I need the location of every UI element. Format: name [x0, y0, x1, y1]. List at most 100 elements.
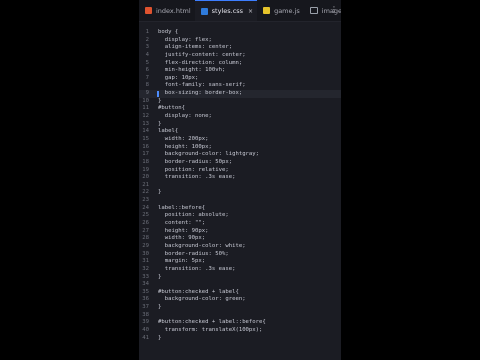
- code-line[interactable]: 16 height: 100px;: [139, 144, 341, 152]
- tab-label: game.js: [274, 6, 300, 15]
- code-line[interactable]: 25 position: absolute;: [139, 212, 341, 220]
- line-number: 28: [142, 235, 149, 242]
- code-text: }: [158, 97, 162, 104]
- code-line[interactable]: 3 align-items: center;: [139, 44, 341, 52]
- line-number: 29: [142, 242, 149, 249]
- code-line[interactable]: 22}: [139, 189, 341, 197]
- code-line[interactable]: 24 label::before{: [139, 205, 341, 213]
- code-line[interactable]: 6 min-height: 100vh;: [139, 67, 341, 75]
- code-line[interactable]: 41}: [139, 335, 341, 343]
- code-line[interactable]: 23: [139, 197, 341, 205]
- code-text: }: [158, 334, 162, 341]
- code-line[interactable]: 27 height: 90px;: [139, 228, 341, 236]
- line-number: 16: [142, 143, 149, 150]
- code-area[interactable]: 1 body {2 display: flex; 3 align-items: ce…: [139, 29, 341, 342]
- code-text: display: flex;: [158, 36, 212, 43]
- code-line[interactable]: 19 position: relative;: [139, 167, 341, 175]
- tab-styles-css[interactable]: styles.css ×: [194, 0, 258, 21]
- code-text: }: [158, 304, 162, 311]
- code-line[interactable]: 18 border-radius: 50px;: [139, 159, 341, 167]
- code-line[interactable]: 21: [139, 182, 341, 190]
- line-number: 24: [142, 204, 149, 211]
- tab-label: styles.css: [211, 7, 244, 15]
- line-number: 7: [145, 74, 149, 81]
- tab-index-html[interactable]: index.html: [139, 0, 195, 21]
- code-line[interactable]: 35 #button:checked + label{: [139, 289, 341, 297]
- line-number: 2: [145, 36, 149, 43]
- code-text: transform: translateX(100px);: [158, 326, 263, 333]
- line-number: 22: [142, 189, 149, 196]
- code-line[interactable]: 30 border-radius: 50%;: [139, 251, 341, 259]
- code-text: }: [158, 120, 162, 127]
- code-text: width: 90px;: [158, 235, 206, 242]
- code-line[interactable]: 7 gap: 10px;: [139, 75, 341, 83]
- code-line[interactable]: 13}: [139, 121, 341, 129]
- code-line[interactable]: 17 background-color: lightgray;: [139, 151, 341, 159]
- line-number: 40: [142, 326, 149, 333]
- code-line[interactable]: 31 margin: 5px;: [139, 258, 341, 266]
- line-number: 5: [145, 59, 149, 66]
- code-text: width: 200px;: [158, 135, 209, 142]
- code-text: align-items: center;: [158, 44, 233, 51]
- code-line[interactable]: 10}: [139, 98, 341, 106]
- close-icon[interactable]: ×: [248, 8, 253, 15]
- code-text: justify-content: center;: [158, 51, 246, 58]
- code-text: height: 100px;: [158, 143, 212, 150]
- code-line[interactable]: 12 display: none;: [139, 113, 341, 121]
- code-line[interactable]: 15 width: 200px;: [139, 136, 341, 144]
- code-line[interactable]: 14 label{: [139, 128, 341, 136]
- line-number: 31: [142, 258, 149, 265]
- more-tabs-icon[interactable]: ⋮: [329, 4, 339, 16]
- code-line[interactable]: 38: [139, 312, 341, 320]
- code-line[interactable]: 8 font-family: sans-serif;: [139, 82, 341, 90]
- code-line[interactable]: 1 body {: [139, 29, 341, 37]
- line-number: 6: [145, 67, 149, 74]
- code-line[interactable]: 11 #button{: [139, 105, 341, 113]
- code-text: position: relative;: [158, 166, 229, 173]
- code-line[interactable]: 5 flex-direction: column;: [139, 60, 341, 68]
- code-text: }: [158, 273, 162, 280]
- code-text: margin: 5px;: [158, 258, 206, 265]
- code-text: font-family: sans-serif;: [158, 82, 246, 89]
- tab-bar: index.html styles.css × game.js image2 ⋮: [139, 0, 341, 22]
- code-line[interactable]: 2 display: flex;: [139, 37, 341, 45]
- line-number: 20: [142, 174, 149, 181]
- code-text: min-height: 100vh;: [158, 67, 226, 74]
- code-line[interactable]: 4 justify-content: center;: [139, 52, 341, 60]
- line-number: 41: [142, 334, 149, 341]
- tab-label: index.html: [156, 6, 191, 15]
- code-line[interactable]: 28 width: 90px;: [139, 235, 341, 243]
- line-number: 34: [142, 281, 149, 288]
- code-line[interactable]: 36 background-color: green;: [139, 296, 341, 304]
- line-number: 8: [145, 82, 149, 89]
- code-text: transition: .3s ease;: [158, 265, 236, 272]
- code-text: #button{: [158, 105, 185, 112]
- line-number: 27: [142, 227, 149, 234]
- code-line[interactable]: 34: [139, 281, 341, 289]
- code-text: label{: [158, 128, 179, 135]
- line-number: 12: [142, 113, 149, 120]
- code-line[interactable]: 20 transition: .3s ease;: [139, 174, 341, 182]
- line-number: 38: [142, 311, 149, 318]
- code-text: flex-direction: column;: [158, 59, 243, 66]
- code-text: background-color: white;: [158, 242, 246, 249]
- code-text: position: absolute;: [158, 212, 229, 219]
- line-number: 18: [142, 158, 149, 165]
- code-text: content: "";: [158, 220, 206, 227]
- code-line[interactable]: 26 content: "";: [139, 220, 341, 228]
- code-line[interactable]: 40 transform: translateX(100px);: [139, 327, 341, 335]
- code-text: height: 90px;: [158, 227, 209, 234]
- html-file-icon: [145, 7, 152, 14]
- code-text: box-sizing: border-box;: [158, 90, 243, 97]
- code-line[interactable]: 32 transition: .3s ease;: [139, 266, 341, 274]
- tab-game-js[interactable]: game.js: [257, 0, 304, 21]
- code-text: border-radius: 50%;: [158, 250, 229, 257]
- code-line[interactable]: 39 #button:checked + label::before{: [139, 319, 341, 327]
- code-line[interactable]: 37}: [139, 304, 341, 312]
- line-number: 37: [142, 304, 149, 311]
- code-line[interactable]: 9 box-sizing: border-box;: [139, 90, 341, 98]
- code-text: background-color: lightgray;: [158, 151, 260, 158]
- code-line[interactable]: 33}: [139, 274, 341, 282]
- line-number: 36: [142, 296, 149, 303]
- code-line[interactable]: 29 background-color: white;: [139, 243, 341, 251]
